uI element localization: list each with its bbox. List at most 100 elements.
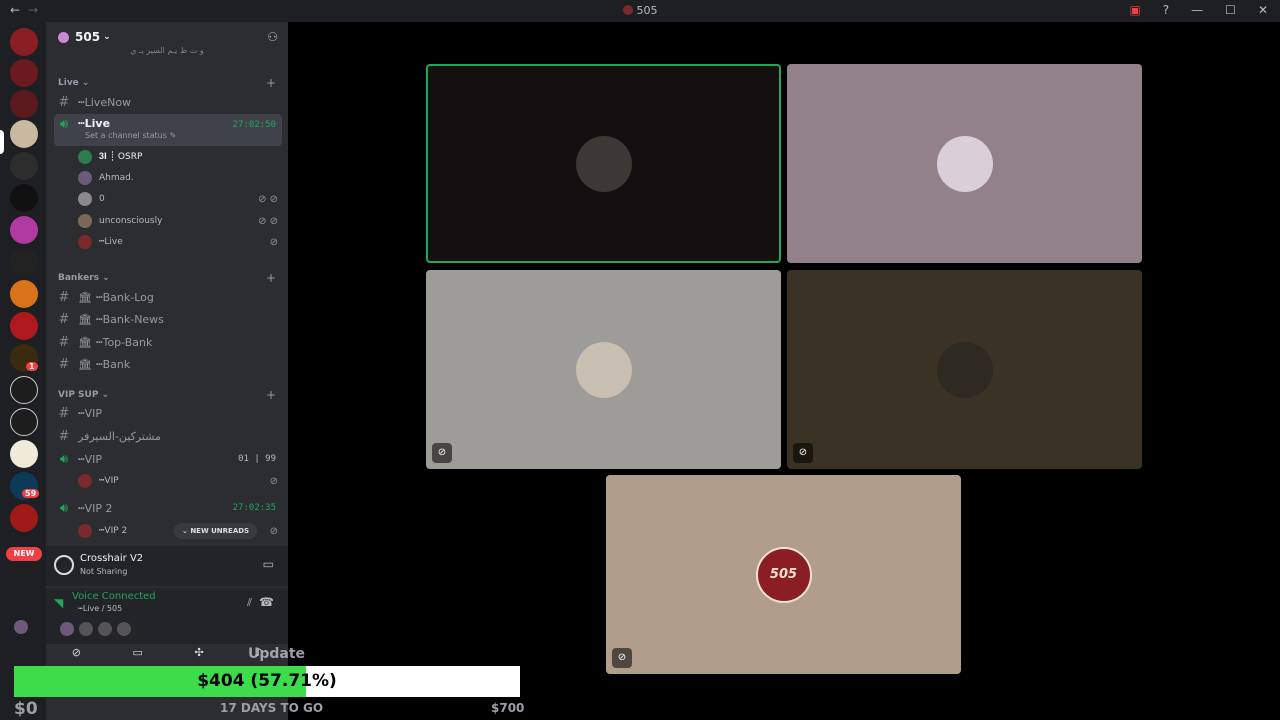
voice-user[interactable]: Ahmad.: [78, 169, 282, 187]
camera-off-icon[interactable]: ⊘: [72, 646, 81, 666]
bank-icon: 🏛︎: [78, 335, 92, 349]
server-icon-505[interactable]: [10, 120, 38, 148]
voice-status[interactable]: Voice Connected: [72, 591, 156, 602]
muted-deafened-icon: ⊘ ⊘: [258, 193, 278, 205]
muted-deafened-icon: ⊘ ⊘: [258, 215, 278, 227]
screen-share-icon[interactable]: ▭: [133, 646, 143, 666]
new-badge[interactable]: NEW: [6, 547, 42, 561]
add-channel-icon[interactable]: +: [266, 76, 276, 90]
server-icon-2[interactable]: [10, 59, 38, 87]
avatar: [78, 171, 92, 185]
participant-tile[interactable]: 505 ⊘: [606, 475, 961, 674]
hash-icon: #: [58, 289, 70, 305]
channel-vip-arabic[interactable]: # مشتركين-السيرفر: [54, 426, 282, 446]
channel-live-voice[interactable]: 🔊︎ ┅Live 27:02:50 Set a channel status ✎: [54, 114, 282, 146]
activity-title: Crosshair V2: [80, 553, 144, 564]
voice-channel[interactable]: ┅Live / 505: [78, 604, 122, 613]
voice-user[interactable]: ┅Live ⊘: [78, 233, 282, 251]
avatar: [98, 622, 112, 636]
avatar: [78, 150, 92, 164]
voice-user[interactable]: 0 ⊘ ⊘: [78, 190, 282, 208]
window-title: 505: [0, 4, 1280, 17]
add-member-icon[interactable]: ⚇: [267, 30, 278, 44]
noise-suppression-icon[interactable]: ⫽: [247, 596, 252, 610]
participant-tile[interactable]: ⊘: [426, 270, 781, 469]
server-badge-icon: [58, 31, 69, 43]
avatar: [78, 524, 92, 538]
activities-icon[interactable]: ✣: [194, 646, 203, 666]
category-bankers[interactable]: Bankers ⌄: [58, 273, 110, 283]
inbox-icon[interactable]: ▣: [1129, 3, 1140, 17]
channel-top-bank[interactable]: # 🏛︎ ┅Top-Bank: [54, 332, 282, 352]
server-icon-13[interactable]: [10, 408, 38, 436]
participant-tile[interactable]: ⊘: [787, 270, 1142, 469]
voice-user[interactable]: ┅VIP ⊘: [78, 472, 282, 490]
voice-user[interactable]: unconsciously ⊘ ⊘: [78, 212, 282, 230]
channel-bank-log[interactable]: # 🏛︎ ┅Bank-Log: [54, 287, 282, 307]
minimize-icon[interactable]: —: [1191, 3, 1203, 17]
participant-tile[interactable]: [426, 64, 781, 263]
deafened-icon: ⊘: [793, 443, 813, 463]
window-controls: ▣ ? — ☐ ✕: [1129, 3, 1268, 17]
channel-bank[interactable]: # 🏛︎ ┅Bank: [54, 354, 282, 374]
server-header-overflow: و ت ظ يـم السير يـ ي: [130, 46, 204, 55]
avatar: [78, 192, 92, 206]
chevron-down-icon: ⌄: [103, 32, 111, 42]
category-live[interactable]: Live ⌄: [58, 78, 89, 88]
unread-badge: 59: [22, 489, 40, 498]
server-list: 1 59 NEW: [0, 22, 46, 720]
disconnect-icon[interactable]: ☎: [259, 595, 274, 609]
server-icon-7[interactable]: [10, 216, 38, 244]
hash-icon: #: [58, 405, 70, 421]
channel-vip-voice[interactable]: 🔊︎ ┅VIP 01 | 99: [54, 449, 282, 469]
update-text: Update: [248, 646, 306, 662]
server-icon-5[interactable]: [10, 152, 38, 180]
hash-icon: #: [58, 311, 70, 327]
channel-vip2-voice[interactable]: 🔊︎ ┅VIP 2 27:02:35: [54, 498, 282, 518]
maximize-icon[interactable]: ☐: [1225, 3, 1236, 17]
server-icon-6[interactable]: [10, 184, 38, 212]
activity-status: Not Sharing: [80, 567, 128, 576]
avatar: [78, 474, 92, 488]
unread-badge: 1: [26, 362, 38, 371]
server-icon-8[interactable]: [10, 248, 38, 276]
server-icon-10[interactable]: [10, 312, 38, 340]
server-icon-16[interactable]: [10, 504, 38, 532]
server-icon-3[interactable]: [10, 90, 38, 118]
voice-participants: [60, 622, 131, 636]
goal-progress-bar: $404 (57.71%): [14, 666, 520, 697]
help-icon[interactable]: ?: [1163, 3, 1169, 17]
close-icon[interactable]: ✕: [1258, 3, 1268, 17]
screen-share-icon[interactable]: ▭: [263, 557, 274, 571]
server-icon-1[interactable]: [10, 28, 38, 56]
channel-livenow[interactable]: # ┅LiveNow: [54, 92, 282, 112]
title-bar: ← → 505 ▣ ? — ☐ ✕: [0, 0, 1280, 22]
add-channel-icon[interactable]: +: [266, 388, 276, 402]
voice-call-grid: ⊘ ⊘ 505 ⊘: [288, 22, 1280, 720]
avatar: [78, 235, 92, 249]
server-icon: [622, 5, 633, 15]
add-channel-icon[interactable]: +: [266, 271, 276, 285]
voice-timer: 27:02:50: [232, 120, 276, 130]
avatar: [575, 135, 632, 192]
channel-vip-text[interactable]: # ┅VIP: [54, 403, 282, 423]
participant-tile[interactable]: [787, 64, 1142, 263]
channel-bank-news[interactable]: # 🏛︎ ┅Bank-News: [54, 309, 282, 329]
user-limit: 01 | 99: [238, 454, 276, 464]
voice-user[interactable]: 𝟑𝐈 ┊ OSRP: [78, 148, 282, 166]
avatar: [936, 135, 993, 192]
channel-sidebar: 505 ⌄ ⚇ و ت ظ يـم السير يـ ي Live ⌄ + # …: [14, 22, 288, 720]
server-icon-12[interactable]: [10, 376, 38, 404]
server-icon-9[interactable]: [10, 280, 38, 308]
deafened-icon: ⊘: [269, 475, 278, 487]
signal-icon: ◥: [54, 596, 64, 610]
avatar: [14, 620, 28, 634]
category-vip[interactable]: VIP SUP ⌄: [58, 390, 109, 400]
goal-progress-label: $404 (57.71%): [197, 671, 337, 691]
new-unreads-button[interactable]: ⌄ NEW UNREADS: [174, 523, 258, 539]
goal-days-left: 17 DAYS TO GO: [220, 701, 324, 715]
server-icon-14[interactable]: [10, 440, 38, 468]
bank-icon: 🏛︎: [78, 312, 92, 326]
channel-status[interactable]: Set a channel status ✎: [85, 131, 176, 140]
hash-icon: #: [58, 334, 70, 350]
